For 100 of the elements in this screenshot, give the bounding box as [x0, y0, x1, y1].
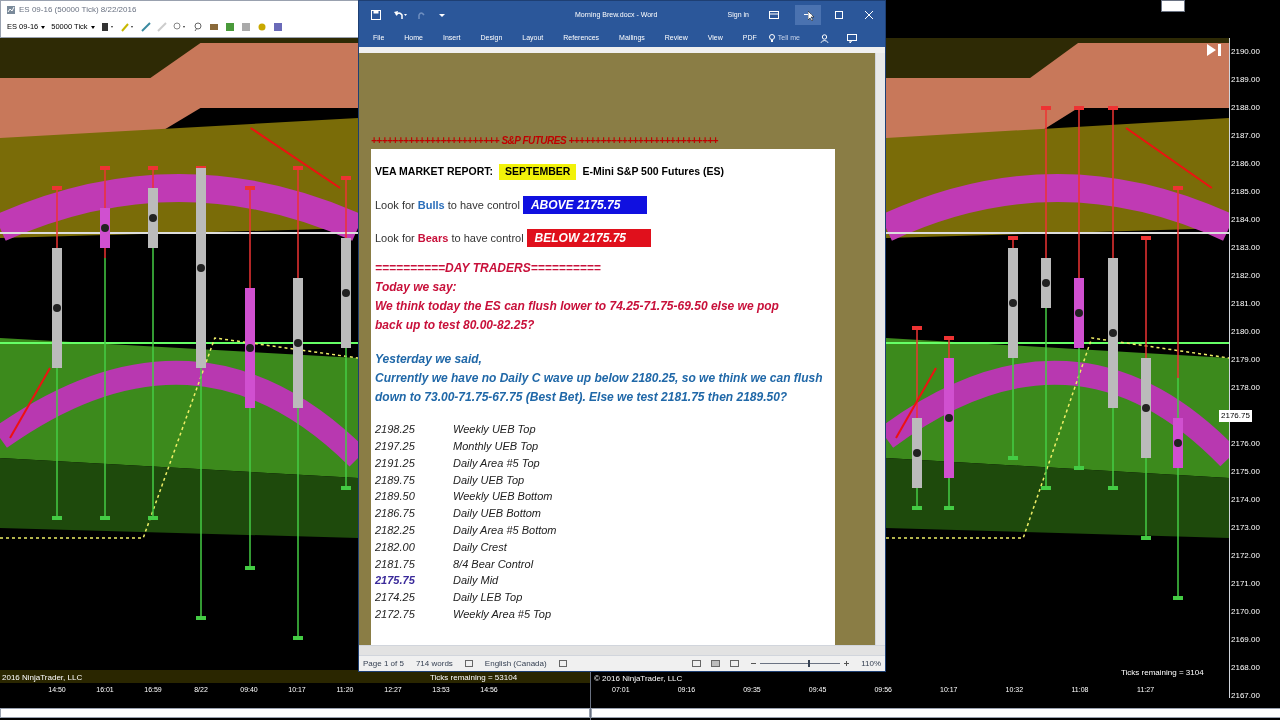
properties-icon[interactable] [208, 22, 219, 32]
level-label: Weekly UEB Top [453, 422, 536, 438]
user-icon[interactable] [820, 33, 829, 43]
save-icon[interactable] [371, 10, 381, 20]
level-price: 2181.75 [375, 556, 416, 572]
section-heading: ==========DAY TRADERS========== [375, 260, 602, 277]
print-layout-icon[interactable] [711, 660, 721, 667]
level-label: Monthly UEB Top [453, 438, 539, 454]
maximize-icon[interactable] [835, 11, 843, 19]
ticks-remaining-text: Ticks remaining = 53104 [430, 672, 518, 684]
price-label: 2182.00 [1231, 270, 1260, 282]
price-label: 2178.00 [1231, 382, 1260, 394]
line-tool-icon[interactable] [140, 22, 151, 32]
level-price: 2175.75 [375, 573, 416, 589]
price-label: 2190.00 [1231, 46, 1260, 58]
level-label: Daily Area #5 Top [453, 455, 540, 471]
price-label: 2172.00 [1231, 550, 1260, 562]
price-label: 2179.00 [1231, 354, 1260, 366]
level-price: 2191.25 [375, 455, 416, 471]
banner-heading: ++++++++++++++++++++++++ S&P FUTURES ++++++++++++++++++++++++++++ [371, 134, 719, 148]
price-label: 2173.00 [1231, 522, 1260, 534]
subheading: Today we say: [375, 279, 458, 296]
macro-icon[interactable] [558, 660, 567, 667]
level-label: 8/4 Bear Control [453, 556, 534, 572]
horizontal-scrollbar[interactable] [359, 645, 885, 655]
customize-toolbar-icon[interactable] [439, 12, 445, 18]
scroll-to-end-icon[interactable] [1207, 44, 1221, 56]
month-highlight: SEPTEMBER [499, 164, 577, 180]
comment-icon[interactable] [847, 33, 857, 43]
level-label: Weekly UEB Bottom [453, 489, 553, 505]
price-label: 2185.00 [1231, 186, 1260, 198]
price-label: 2187.00 [1231, 130, 1260, 142]
caret-icon [90, 25, 95, 29]
trend-line [9, 367, 51, 439]
price-label: 2168.00 [1231, 662, 1260, 674]
horizontal-scrollbar[interactable] [0, 708, 590, 718]
level-price: 2198.25 [375, 422, 416, 438]
price-label: 2186.00 [1231, 158, 1260, 170]
level-label: Daily Mid [453, 573, 499, 589]
level-price: 2189.50 [375, 489, 416, 505]
undo-icon[interactable] [393, 10, 407, 20]
copyright-text: 2016 NinjaTrader, LLC [2, 672, 83, 684]
price-label: 2169.00 [1231, 634, 1260, 646]
product-name: E-Mini S&P 500 Futures (ES) [582, 164, 724, 180]
price-label: 2171.00 [1231, 578, 1260, 590]
paragraph: Currently we have no Daily C wave up below 2180.25, so we think we can flush down to 73.00-71.75-67.75 (Best Bet). Else we test 2181.75 then 2189.50? [375, 370, 824, 406]
read-mode-icon[interactable] [692, 660, 702, 667]
level-label: Daily Area #5 Bottom [453, 522, 557, 538]
level-label: Weekly Area #5 Top [453, 606, 552, 622]
price-label: 2174.00 [1231, 494, 1260, 506]
language-label[interactable]: English (Canada) [484, 657, 547, 670]
price-level-badge: ABOVE 2175.75 [522, 196, 647, 214]
control-sentence: Look for Bulls to have control [375, 197, 520, 213]
paragraph: We think today the ES can flush lower to 74.25-71.75-69.50 else we pop back up to test 80.00-82.25? [375, 298, 780, 334]
window-icon[interactable] [272, 22, 283, 32]
price-label: 2170.00 [1231, 606, 1260, 618]
page-count: Page 1 of 5 [363, 657, 404, 670]
vertical-scrollbar[interactable] [875, 53, 885, 645]
zoom-icon[interactable] [172, 22, 187, 32]
lightbulb-icon [768, 34, 775, 42]
price-label: 2184.00 [1231, 214, 1260, 226]
mouse-pointer-icon [808, 11, 815, 21]
price-label: 2188.00 [1231, 102, 1260, 114]
bars-icon[interactable] [100, 22, 115, 32]
level-price: 2189.75 [375, 472, 416, 488]
price-label: 2189.00 [1231, 74, 1260, 86]
level-price: 2174.25 [375, 590, 416, 606]
level-label: Daily Crest [453, 539, 507, 555]
level-price: 2182.25 [375, 522, 416, 538]
price-label: 2175.00 [1231, 466, 1260, 478]
level-price: 2172.75 [375, 606, 416, 622]
proofing-icon[interactable] [464, 660, 473, 667]
zoom-level[interactable]: 110% [861, 657, 881, 670]
zoom-in-icon[interactable] [844, 661, 850, 666]
price-label: 2181.00 [1231, 298, 1260, 310]
chart-title: ES 09-16 (50000 Tick) 8/22/2016 [19, 4, 137, 16]
close-icon[interactable] [865, 11, 873, 19]
current-price-marker: 2176.75 [1219, 410, 1252, 422]
level-price: 2186.75 [375, 506, 416, 522]
search-icon[interactable] [192, 22, 203, 32]
level-label: Daily UEB Top [453, 472, 525, 488]
horizontal-scrollbar[interactable] [591, 708, 1280, 718]
price-label: 2180.00 [1231, 326, 1260, 338]
report-title: VEA MARKET REPORT: [375, 164, 494, 180]
control-sentence: Look for Bears to have control [375, 230, 524, 246]
trend-line [895, 367, 937, 439]
price-label: 2183.00 [1231, 242, 1260, 254]
template-icon[interactable] [224, 22, 235, 32]
word-count: 714 words [415, 657, 453, 670]
caret-icon [41, 25, 46, 29]
window-button[interactable] [1161, 0, 1185, 12]
level-price: 2182.00 [375, 539, 416, 555]
copyright-text: © 2016 NinjaTrader, LLC [594, 673, 683, 685]
price-label: 2167.00 [1231, 690, 1260, 702]
ticks-remaining-text: Ticks remaining = 3104 [1121, 667, 1204, 679]
minimize-button[interactable] [795, 5, 821, 25]
price-level-badge: BELOW 2175.75 [526, 229, 651, 247]
subheading: Yesterday we said, [375, 351, 483, 368]
web-layout-icon[interactable] [730, 660, 740, 667]
ribbon-display-icon[interactable] [769, 11, 779, 19]
